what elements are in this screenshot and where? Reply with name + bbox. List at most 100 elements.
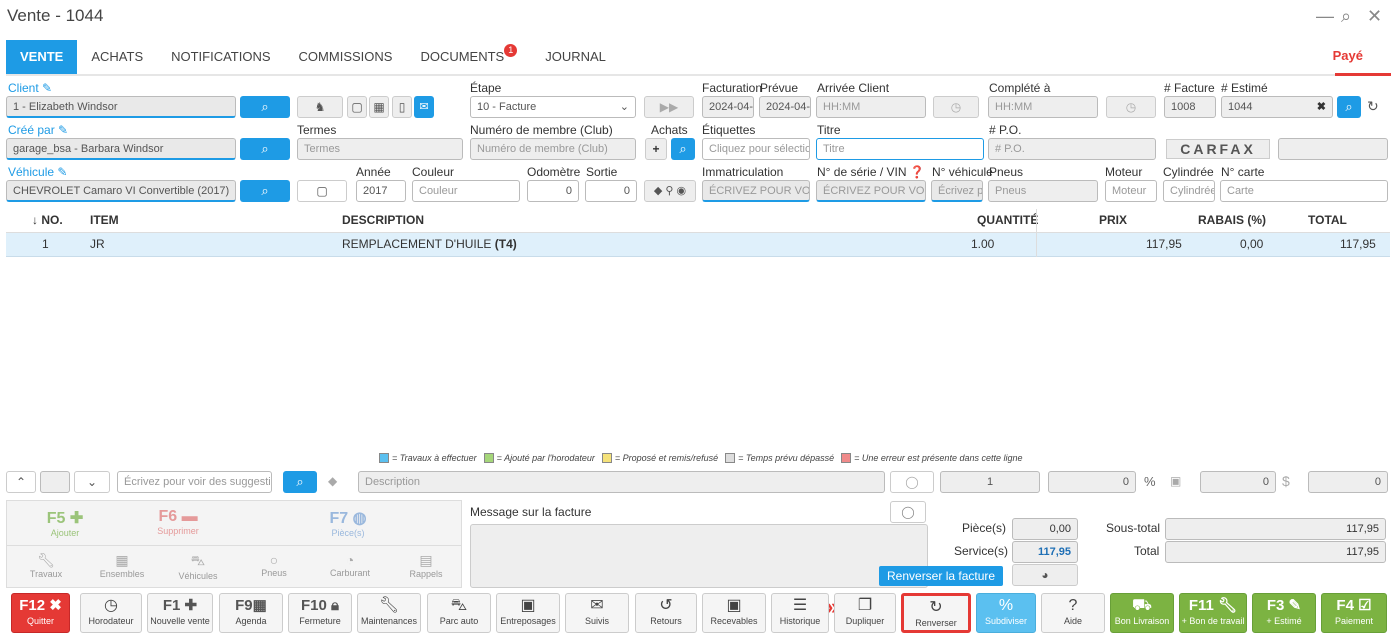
- suivis-button[interactable]: ✉ Suivis: [565, 593, 629, 633]
- paiement-button[interactable]: F4 ☑ Paiement: [1321, 593, 1387, 633]
- next-step-icon[interactable]: ▶▶: [644, 96, 694, 118]
- vehicule-label[interactable]: Véhicule ✎: [8, 165, 67, 179]
- tab-notifications[interactable]: NOTIFICATIONS: [157, 40, 284, 74]
- col-prix[interactable]: PRIX: [1099, 213, 1127, 227]
- carfax-logo[interactable]: CARFAX: [1166, 139, 1270, 159]
- quitter-button[interactable]: F12 ✖ Quitter: [11, 593, 70, 633]
- message-textarea[interactable]: [470, 524, 928, 588]
- table-row[interactable]: 1 JR REMPLACEMENT D'HUILE (T4) 1.00 117,…: [6, 233, 1390, 257]
- estime-number[interactable]: 1044 ✖: [1221, 96, 1333, 118]
- vehicule-input[interactable]: CHEVROLET Camaro VI Convertible (2017): [6, 180, 236, 202]
- client-search-button[interactable]: ⌕: [240, 96, 290, 118]
- nveh-input[interactable]: Écrivez p: [931, 180, 983, 202]
- immat-input[interactable]: ÉCRIVEZ POUR VOIR: [702, 180, 810, 202]
- f6-delete-button[interactable]: F6 ▬ Supprimer: [122, 508, 234, 536]
- pie-chart-icon[interactable]: ◕: [1012, 564, 1078, 586]
- percent-icon[interactable]: %: [1144, 474, 1156, 489]
- couleur-input[interactable]: Couleur: [412, 180, 520, 202]
- col-no[interactable]: ↓ NO.: [32, 213, 63, 227]
- tab-documents[interactable]: DOCUMENTS 1: [406, 40, 531, 74]
- qty-input[interactable]: 1: [940, 471, 1040, 493]
- cree-label[interactable]: Créé par ✎: [8, 123, 68, 137]
- ncarte-input[interactable]: Carte: [1220, 180, 1388, 202]
- agenda-button[interactable]: F9▦ Agenda: [219, 593, 283, 633]
- horodateur-button[interactable]: ◷ Horodateur: [80, 593, 142, 633]
- odometre-input[interactable]: 0: [527, 180, 579, 202]
- price-input[interactable]: 0: [1048, 471, 1136, 493]
- col-item[interactable]: ITEM: [90, 213, 119, 227]
- search-icon[interactable]: ⌕: [671, 138, 695, 160]
- bon-travail-button[interactable]: F11 🔧︎ + Bon de travail: [1179, 593, 1247, 633]
- arrivee-input[interactable]: HH:MM: [816, 96, 926, 118]
- tag-icon[interactable]: ◆: [328, 474, 337, 488]
- tab-commissions[interactable]: COMMISSIONS: [285, 40, 407, 74]
- money-icon[interactable]: ▣: [1170, 474, 1181, 488]
- col-rabais[interactable]: RABAIS (%): [1198, 213, 1266, 227]
- prevue-date[interactable]: 2024-04-: [759, 96, 811, 118]
- chevron-down-icon[interactable]: ⌄: [74, 471, 110, 493]
- f5-add-button[interactable]: F5 ✚ Ajouter: [10, 508, 120, 538]
- f7-parts-button[interactable]: F7 ◍ Pièce(s): [236, 508, 460, 538]
- total-input[interactable]: 0: [1308, 471, 1388, 493]
- cat-vehicules[interactable]: ⛍ Véhicules: [162, 552, 234, 581]
- mobile-icon[interactable]: ▯: [392, 96, 412, 118]
- parc-auto-button[interactable]: ⛍ Parc auto: [427, 593, 491, 633]
- comment-icon[interactable]: ◯: [890, 471, 934, 493]
- col-total[interactable]: TOTAL: [1308, 213, 1347, 227]
- vin-input[interactable]: ÉCRIVEZ POUR VOIR: [816, 180, 926, 202]
- titre-input[interactable]: Titre: [816, 138, 984, 160]
- col-description[interactable]: DESCRIPTION: [342, 213, 424, 227]
- cat-ensembles[interactable]: ▦ Ensembles: [86, 552, 158, 579]
- complete-input[interactable]: HH:MM: [988, 96, 1098, 118]
- vehicule-search-button[interactable]: ⌕: [240, 180, 290, 202]
- col-quantite[interactable]: QUANTITÉ: [977, 213, 1038, 227]
- plus-icon[interactable]: +: [645, 138, 667, 160]
- chevron-up-icon[interactable]: ⌃: [6, 471, 36, 493]
- aide-button[interactable]: ? Aide: [1041, 593, 1105, 633]
- moteur-input[interactable]: Moteur: [1105, 180, 1157, 202]
- sortie-input[interactable]: 0: [585, 180, 637, 202]
- pneus-input[interactable]: Pneus: [988, 180, 1098, 202]
- clock-icon[interactable]: ◷: [1106, 96, 1156, 118]
- suggest-input[interactable]: Écrivez pour voir des suggestio: [117, 471, 272, 493]
- tab-vente[interactable]: VENTE: [6, 40, 78, 74]
- cylindree-input[interactable]: Cylindrée: [1163, 180, 1215, 202]
- cree-par-input[interactable]: garage_bsa - Barbara Windsor: [6, 138, 236, 160]
- tab-achats[interactable]: ACHATS: [77, 40, 157, 74]
- email-icon[interactable]: ✉: [414, 96, 434, 118]
- note-icon[interactable]: ▢: [297, 180, 347, 202]
- annee-input[interactable]: 2017: [356, 180, 406, 202]
- termes-input[interactable]: Termes: [297, 138, 463, 160]
- client-label[interactable]: Client ✎: [8, 81, 52, 95]
- facturation-date[interactable]: 2024-04-: [702, 96, 754, 118]
- bon-livraison-button[interactable]: ⛟ Bon Livraison: [1110, 593, 1174, 633]
- cat-travaux[interactable]: 🔧︎ Travaux: [10, 552, 82, 579]
- close-icon[interactable]: ✕: [1367, 6, 1382, 27]
- dollar-icon[interactable]: $: [1282, 473, 1290, 489]
- maintenances-button[interactable]: 🔧︎ Maintenances: [357, 593, 421, 633]
- note-icon[interactable]: ▢: [347, 96, 367, 118]
- etape-select[interactable]: 10 - Facture ⌄: [470, 96, 636, 118]
- chat-icon[interactable]: ⌕: [1341, 6, 1351, 27]
- estime-button[interactable]: F3 ✎ + Estimé: [1252, 593, 1316, 633]
- renverser-button[interactable]: ↻ Renverser: [901, 593, 971, 633]
- po-input[interactable]: # P.O.: [988, 138, 1156, 160]
- membre-input[interactable]: Numéro de membre (Club): [470, 138, 636, 160]
- search-icon[interactable]: ⌕: [1337, 96, 1361, 118]
- line-index-input[interactable]: [40, 471, 70, 493]
- clock-icon[interactable]: ◷: [933, 96, 979, 118]
- etiquettes-select[interactable]: Cliquez pour sélection: [702, 138, 810, 160]
- historique-button[interactable]: ☰ Historique: [771, 593, 829, 633]
- comment-icon[interactable]: ◯: [890, 501, 926, 523]
- tab-journal[interactable]: JOURNAL: [531, 40, 620, 74]
- discount-input[interactable]: 0: [1200, 471, 1276, 493]
- cree-search-button[interactable]: ⌕: [240, 138, 290, 160]
- cat-pneus[interactable]: ○ Pneus: [238, 552, 310, 578]
- entreposages-button[interactable]: ▣ Entreposages: [496, 593, 560, 633]
- binoculars-icon[interactable]: ♞: [297, 96, 343, 118]
- client-input[interactable]: 1 - Elizabeth Windsor: [6, 96, 236, 118]
- calendar-icon[interactable]: ▦: [369, 96, 389, 118]
- cat-rappels[interactable]: ▤ Rappels: [390, 552, 462, 579]
- search-icon[interactable]: ⌕: [283, 471, 317, 493]
- description-input[interactable]: Description: [358, 471, 885, 493]
